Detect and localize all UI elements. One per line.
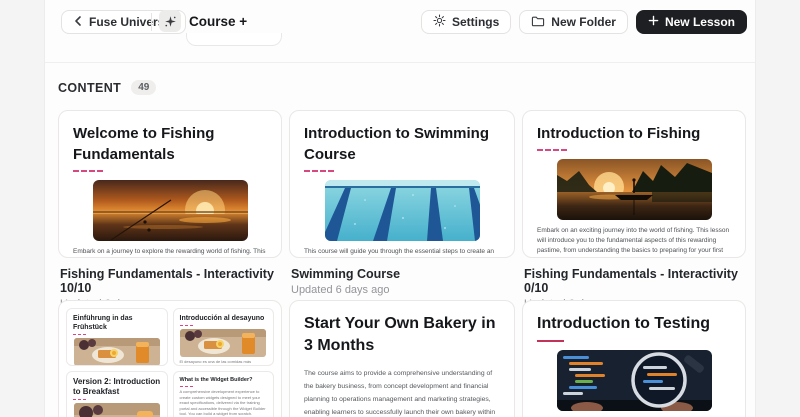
breakfast-image	[74, 403, 160, 417]
plus-icon	[648, 15, 659, 29]
mini-card-title: Einführung in das Frühstück	[73, 314, 161, 332]
settings-button-label: Settings	[452, 15, 499, 29]
settings-button[interactable]: Settings	[421, 10, 511, 34]
scrolled-out-card-edge	[186, 33, 282, 46]
lesson-cell: Einführung in das Frühstück	[58, 300, 282, 417]
lesson-cell: Introduction to Testing	[522, 300, 746, 417]
gear-icon	[433, 14, 446, 30]
breakfast-image	[74, 338, 160, 366]
mini-card-excerpt: A comprehensive development experience t…	[180, 389, 268, 417]
lesson-updated: Updated 6 days ago	[291, 284, 513, 296]
content-header: CONTENT 49	[58, 80, 156, 95]
page-title: Course +	[189, 14, 247, 29]
new-folder-button-label: New Folder	[551, 15, 616, 29]
mini-card-excerpt: El desayuno es una de las comidas más im…	[180, 359, 268, 366]
card-title: Start Your Own Bakery in 3 Months	[304, 313, 500, 357]
chevron-left-icon	[73, 15, 83, 30]
boat-fishing-sunset-image	[557, 159, 712, 220]
mini-card-grid: Einführung in das Frühstück	[66, 308, 274, 417]
card-excerpt: Embark on a journey to explore the rewar…	[73, 247, 267, 258]
card-title: Welcome to Fishing Fundamentals	[73, 123, 267, 165]
mini-card-breakfast-v2[interactable]: Version 2: Introduction to Breakfast	[66, 371, 168, 417]
topbar-divider-line	[151, 13, 152, 31]
new-lesson-button[interactable]: New Lesson	[636, 10, 747, 34]
title-accent-line	[304, 170, 334, 172]
title-accent-line	[180, 386, 193, 387]
new-lesson-button-label: New Lesson	[665, 15, 735, 29]
sunset-lake-fishing-image	[93, 180, 248, 241]
card-excerpt: Embark on an exciting journey into the w…	[537, 226, 731, 258]
page-title-group: Course +	[159, 10, 247, 32]
lesson-card-intro-fishing[interactable]: Introduction to Fishing	[522, 110, 746, 258]
card-title: Introduction to Testing	[537, 313, 731, 335]
folder-icon	[531, 15, 545, 30]
new-folder-button[interactable]: New Folder	[519, 10, 628, 34]
mini-card-widget-builder[interactable]: What is the Widget Builder? A comprehens…	[173, 371, 275, 417]
title-accent-line	[73, 170, 103, 172]
code-testing-image	[557, 350, 712, 411]
content-count-badge: 49	[131, 80, 156, 95]
mini-card-title: Introducción al desayuno	[180, 314, 268, 323]
card-excerpt: This course will guide you through the e…	[304, 247, 500, 258]
title-accent-line	[537, 149, 567, 151]
title-accent-line	[537, 340, 564, 342]
lesson-cell: Start Your Own Bakery in 3 Months The co…	[289, 300, 515, 417]
topbar: Fuse Universal Course +	[45, 0, 755, 62]
lesson-card-fishing-fundamentals[interactable]: Welcome to Fishing Fundamentals	[58, 110, 282, 258]
lesson-meta: Swimming Course Updated 6 days ago	[289, 258, 515, 296]
lesson-card-breakfast-pages[interactable]: Einführung in das Frühstück	[58, 300, 282, 417]
lesson-card-swimming[interactable]: Introduction to Swimming Course	[289, 110, 515, 258]
mini-card-title: What is the Widget Builder?	[180, 377, 268, 384]
lesson-name: Fishing Fundamentals - Interactivity 0/1…	[524, 267, 744, 295]
title-accent-line	[73, 399, 86, 400]
mini-card-german-breakfast[interactable]: Einführung in das Frühstück	[66, 308, 168, 366]
breakfast-image	[180, 329, 266, 357]
lesson-card-bakery[interactable]: Start Your Own Bakery in 3 Months The co…	[289, 300, 515, 417]
card-paragraph: The course aims to provide a comprehensi…	[304, 367, 500, 417]
lesson-name: Fishing Fundamentals - Interactivity 10/…	[60, 267, 280, 295]
lesson-cell: Introduction to Fishing	[522, 110, 746, 300]
card-title: Introduction to Fishing	[537, 123, 731, 144]
card-title: Introduction to Swimming Course	[304, 123, 500, 165]
section-divider	[45, 62, 755, 63]
lesson-cell: Welcome to Fishing Fundamentals	[58, 110, 282, 300]
lesson-grid: Welcome to Fishing Fundamentals	[58, 110, 746, 417]
sparkle-icon	[159, 10, 181, 32]
lesson-cell: Introduction to Swimming Course	[289, 110, 515, 300]
content-section-label: CONTENT	[58, 81, 121, 95]
lesson-card-testing[interactable]: Introduction to Testing	[522, 300, 746, 417]
mini-card-spanish-breakfast[interactable]: Introducción al desayuno	[173, 308, 275, 366]
lesson-name: Swimming Course	[291, 267, 513, 281]
main-panel: Fuse Universal Course +	[44, 0, 756, 417]
mini-card-title: Version 2: Introduction to Breakfast	[73, 377, 161, 397]
swimming-pool-image	[325, 180, 480, 241]
title-accent-line	[180, 325, 193, 326]
topbar-actions: Settings New Folder New Lesson	[421, 10, 747, 34]
title-accent-line	[73, 334, 86, 335]
